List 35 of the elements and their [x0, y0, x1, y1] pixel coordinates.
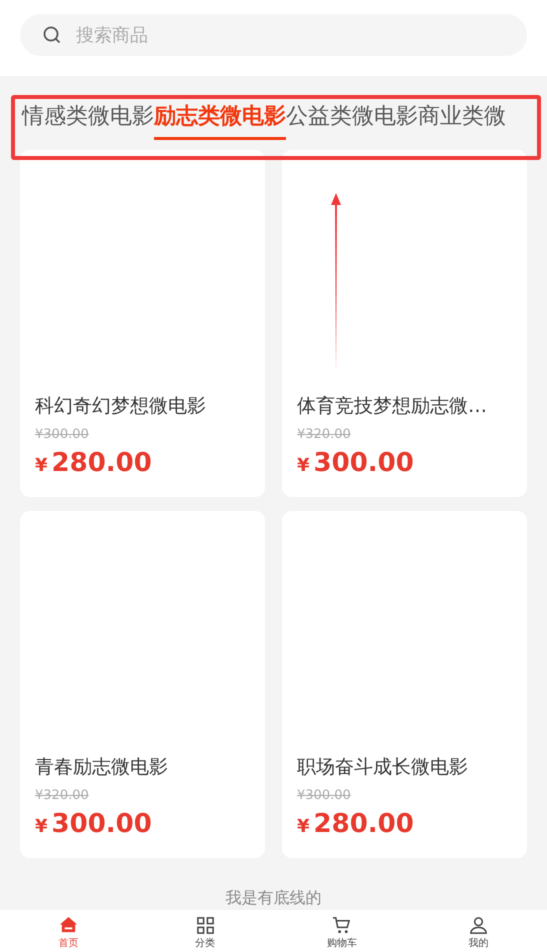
- person-icon: [469, 916, 488, 935]
- search-icon: [42, 25, 62, 45]
- product-title: 职场奋斗成长微电影: [297, 755, 469, 780]
- tab-bar-item[interactable]: 首页: [58, 910, 78, 952]
- currency-symbol: ¥: [297, 815, 310, 839]
- original-price: ¥300.00: [35, 426, 89, 444]
- original-price: ¥320.00: [35, 786, 89, 804]
- original-price: ¥300.00: [297, 786, 351, 804]
- tab-bar-item[interactable]: 购物车: [326, 910, 357, 952]
- original-price: ¥320.00: [297, 426, 351, 444]
- category-tab[interactable]: 商业类微: [418, 102, 506, 140]
- price: 300.00: [52, 808, 152, 841]
- price: 300.00: [314, 447, 414, 480]
- grid-icon: [196, 916, 215, 935]
- tab-bar-item[interactable]: 我的: [468, 910, 489, 952]
- product-title: 体育竞技梦想励志微…: [297, 394, 488, 419]
- price: 280.00: [52, 447, 152, 480]
- category-tab[interactable]: 公益类微电影: [286, 102, 418, 140]
- currency-symbol: ¥: [35, 815, 48, 839]
- house-icon: [58, 916, 78, 935]
- tab-bar-item[interactable]: 分类: [195, 910, 216, 952]
- product-title: 科幻奇幻梦想微电影: [35, 394, 207, 419]
- cart-icon: [332, 916, 352, 935]
- end-note: 我是有底线的: [224, 887, 322, 909]
- currency-symbol: ¥: [35, 454, 48, 478]
- product-card[interactable]: 体育竞技梦想励志微… ¥320.00 ¥300.00: [282, 150, 527, 497]
- category-tab[interactable]: 励志类微电影: [154, 102, 286, 140]
- category-tab[interactable]: 情感类微电影: [22, 102, 154, 140]
- product-card[interactable]: 职场奋斗成长微电影 ¥300.00 ¥280.00: [282, 511, 527, 858]
- price: 280.00: [314, 808, 414, 841]
- product-title: 青春励志微电影: [35, 755, 169, 780]
- product-card[interactable]: 科幻奇幻梦想微电影 ¥300.00 ¥280.00: [20, 150, 265, 497]
- search-field[interactable]: 搜索商品: [20, 14, 527, 56]
- product-card[interactable]: 青春励志微电影 ¥320.00 ¥300.00: [20, 511, 265, 858]
- currency-symbol: ¥: [297, 454, 310, 478]
